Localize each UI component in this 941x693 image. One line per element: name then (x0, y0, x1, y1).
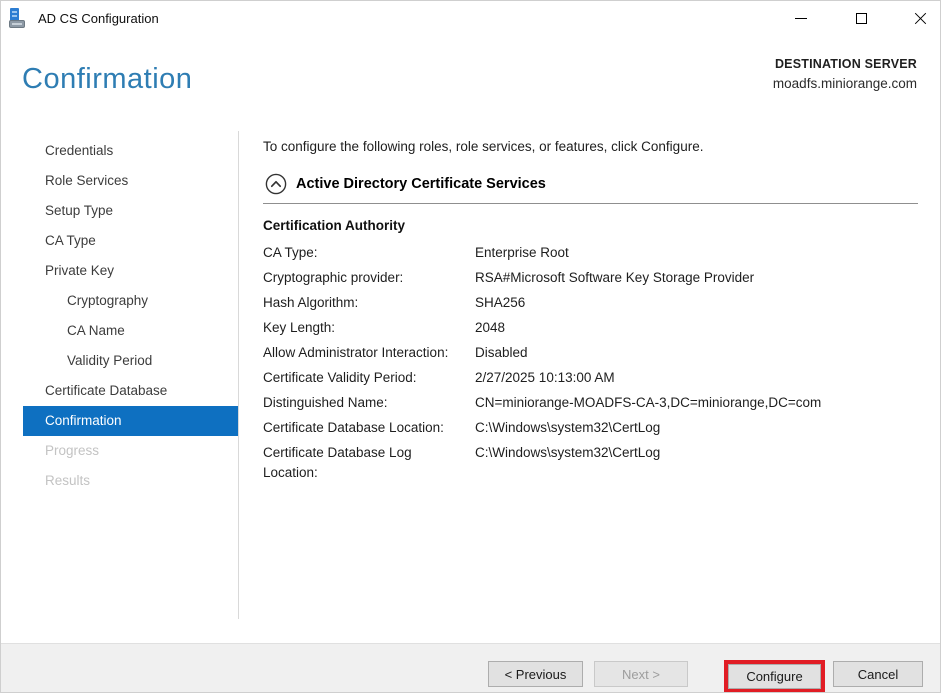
sidebar-item-validity-period[interactable]: Validity Period (23, 346, 238, 376)
chevron-up-circle-icon[interactable] (265, 173, 287, 195)
server-manager-icon (9, 8, 29, 28)
config-row: Certificate Database Log Location: C:\Wi… (263, 443, 918, 483)
next-button: Next > (594, 661, 688, 687)
config-row-label: Certificate Validity Period: (263, 368, 475, 388)
sidebar-item-certificate-database[interactable]: Certificate Database (23, 376, 238, 406)
page-title: Confirmation (22, 63, 192, 96)
close-icon (914, 12, 927, 25)
sidebar-item-role-services[interactable]: Role Services (23, 166, 238, 196)
destination-server-name: moadfs.miniorange.com (773, 76, 917, 91)
sidebar-item-private-key[interactable]: Private Key (23, 256, 238, 286)
config-row: Hash Algorithm: SHA256 (263, 293, 918, 318)
config-row: Certificate Validity Period: 2/27/2025 1… (263, 368, 918, 393)
window-title: AD CS Configuration (38, 11, 159, 26)
config-row-label: CA Type: (263, 243, 475, 263)
sidebar-item-progress: Progress (23, 436, 238, 466)
section-divider (263, 203, 918, 204)
config-row-value: 2/27/2025 10:13:00 AM (475, 368, 918, 388)
config-row: Allow Administrator Interaction: Disable… (263, 343, 918, 368)
destination-server-block: DESTINATION SERVER moadfs.miniorange.com (773, 57, 917, 91)
config-row-value: Enterprise Root (475, 243, 918, 263)
config-row-label: Key Length: (263, 318, 475, 338)
config-row-label: Certificate Database Log Location: (263, 443, 475, 483)
config-summary-table: CA Type: Enterprise Root Cryptographic p… (263, 243, 918, 483)
config-row-value: SHA256 (475, 293, 918, 313)
config-row-label: Cryptographic provider: (263, 268, 475, 288)
config-row-value: RSA#Microsoft Software Key Storage Provi… (475, 268, 918, 288)
red-highlight-annotation: Configure (724, 660, 825, 693)
confirmation-content: To configure the following roles, role s… (263, 139, 918, 154)
config-row: Distinguished Name: CN=miniorange-MOADFS… (263, 393, 918, 418)
config-row: CA Type: Enterprise Root (263, 243, 918, 268)
config-row-value: C:\Windows\system32\CertLog (475, 418, 918, 438)
section-header[interactable]: Active Directory Certificate Services (265, 173, 546, 195)
destination-server-label: DESTINATION SERVER (773, 57, 917, 71)
sidebar-item-credentials[interactable]: Credentials (23, 136, 238, 166)
sidebar-item-setup-type[interactable]: Setup Type (23, 196, 238, 226)
configure-button[interactable]: Configure (728, 664, 821, 689)
sidebar-nav: CredentialsRole ServicesSetup TypeCA Typ… (1, 136, 238, 496)
minimize-button[interactable] (779, 1, 823, 35)
sidebar-item-ca-type[interactable]: CA Type (23, 226, 238, 256)
config-row-label: Certificate Database Location: (263, 418, 475, 438)
maximize-icon (856, 13, 867, 24)
intro-text: To configure the following roles, role s… (263, 139, 918, 154)
config-row-label: Distinguished Name: (263, 393, 475, 413)
sidebar-item-results: Results (23, 466, 238, 496)
footer-bar: < Previous Next > Configure Cancel (1, 643, 940, 693)
sidebar-item-ca-name[interactable]: CA Name (23, 316, 238, 346)
config-row-value: CN=miniorange-MOADFS-CA-3,DC=miniorange,… (475, 393, 918, 413)
adcs-configuration-window: AD CS Configuration Confirmation DESTINA… (0, 0, 941, 693)
maximize-button[interactable] (839, 1, 883, 35)
config-row-value: C:\Windows\system32\CertLog (475, 443, 918, 463)
close-button[interactable] (898, 1, 941, 35)
section-title: Active Directory Certificate Services (296, 176, 546, 192)
sidebar-separator (238, 131, 239, 619)
previous-button[interactable]: < Previous (488, 661, 583, 687)
config-row-value: Disabled (475, 343, 918, 363)
group-title: Certification Authority (263, 218, 405, 233)
config-row-label: Hash Algorithm: (263, 293, 475, 313)
config-row: Key Length: 2048 (263, 318, 918, 343)
minimize-icon (795, 18, 807, 19)
config-row-value: 2048 (475, 318, 918, 338)
config-row: Cryptographic provider: RSA#Microsoft So… (263, 268, 918, 293)
config-row-label: Allow Administrator Interaction: (263, 343, 475, 363)
sidebar-item-cryptography[interactable]: Cryptography (23, 286, 238, 316)
sidebar-item-confirmation[interactable]: Confirmation (23, 406, 238, 436)
cancel-button[interactable]: Cancel (833, 661, 923, 687)
config-row: Certificate Database Location: C:\Window… (263, 418, 918, 443)
